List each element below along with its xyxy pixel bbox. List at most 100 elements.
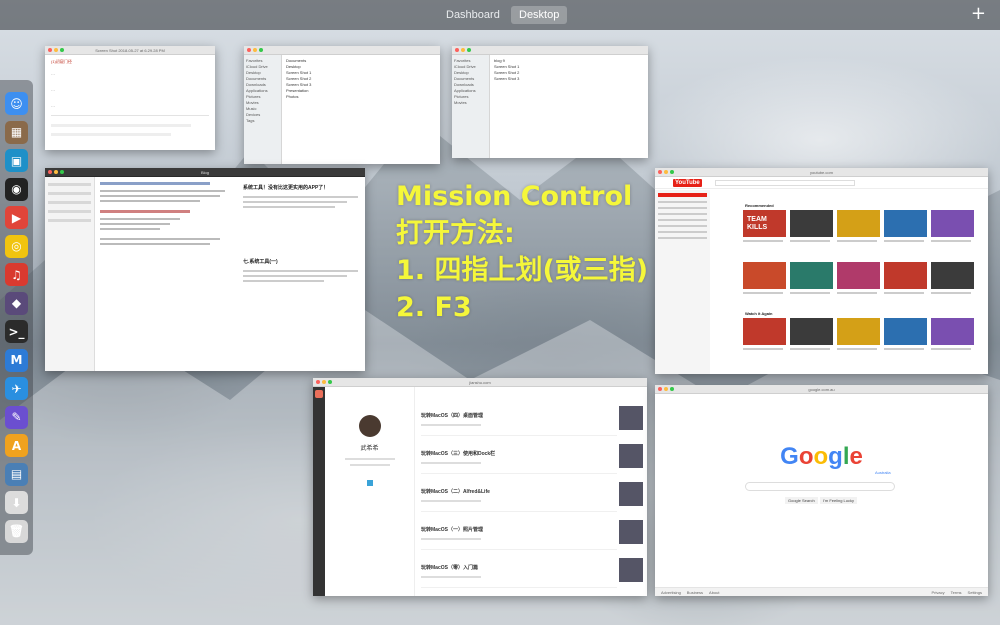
window-finder[interactable]: Favorites iCloud Drive Desktop Documents Dow… [244,46,440,164]
post-thumbnail[interactable] [619,406,643,430]
post-row[interactable]: 玩转MacOS（一）照片管理 [421,516,643,550]
footer-link[interactable]: Business [687,590,703,595]
post-row[interactable]: 玩转MacOS（零）入门篇 [421,554,643,588]
post-title[interactable]: 玩转MacOS（一）照片管理 [421,526,617,533]
video-title[interactable] [790,240,830,242]
footer-link[interactable]: About [709,590,719,595]
post-thumbnail[interactable] [619,558,643,582]
video-title[interactable] [884,292,924,294]
space-tab-dashboard[interactable]: Dashboard [438,6,508,24]
pencil-app-icon[interactable]: ✎ [5,405,28,429]
chrome-icon[interactable]: ◎ [5,234,28,258]
address-bar[interactable]: google.com.au [655,385,988,394]
video-thumbnail[interactable] [743,262,786,289]
post-row[interactable]: 玩转MacOS（三）使用和Dock栏 [421,440,643,474]
google-search-input[interactable] [745,482,895,491]
post-thumbnail[interactable] [619,482,643,506]
google-search-button[interactable]: Google Search [785,497,818,504]
video-thumbnail[interactable] [790,262,833,289]
video-thumbnail[interactable] [884,210,927,237]
video-title[interactable] [837,240,877,242]
post-row[interactable]: 玩转MacOS（四）桌面管理 [421,402,643,436]
list-item[interactable]: Movies [454,100,487,106]
video-title[interactable] [931,348,971,350]
video-title[interactable] [743,240,783,242]
window-google[interactable]: google.com.au Google Australia Google Se… [655,385,988,596]
github-icon[interactable]: ◆ [5,291,28,315]
post-title[interactable]: 玩转MacOS（四）桌面管理 [421,412,617,419]
annotation-line: 2. F3 [396,292,472,323]
photos-icon[interactable]: ▤ [5,462,28,486]
video-thumbnail[interactable] [884,262,927,289]
markdown-icon[interactable]: M [5,348,28,372]
dock: ☺ ▦ ▣ ◉ ▶ ◎ ♫ ◆ >_ M ✈ ✎ A ▤ ⬇ 🗑 [0,80,33,555]
traffic-lights[interactable] [455,48,471,52]
video-title[interactable] [931,292,971,294]
video-title[interactable] [790,348,830,350]
window-youtube[interactable]: youtube.com YouTube Recommended Watch it… [655,168,988,374]
screen-app-icon[interactable]: ▣ [5,149,28,172]
address-bar[interactable]: jianshu.com [313,378,647,387]
video-thumbnail[interactable] [837,210,880,237]
video-thumbnail[interactable] [884,318,927,345]
footer-link[interactable]: Settings [968,590,982,595]
footer-link[interactable]: Terms [951,590,962,595]
pdf-reader-icon[interactable]: ▶ [5,206,28,229]
video-thumbnail[interactable] [743,318,786,345]
post-title[interactable]: 玩转MacOS（三）使用和Dock栏 [421,450,617,457]
video-thumbnail[interactable] [931,210,974,237]
window-blog-editor[interactable]: Blog 系统工具！没有比这更实用的APP了！ 七.系统工具(一) [45,168,365,371]
video-thumbnail[interactable] [931,318,974,345]
safari-icon[interactable]: ✈ [5,377,28,400]
video-title[interactable] [743,292,783,294]
feeling-lucky-button[interactable]: I'm Feeling Lucky [820,497,857,504]
editor-markdown-pane[interactable] [95,177,235,371]
video-thumbnail[interactable] [837,318,880,345]
window-jianshu[interactable]: jianshu.com 武希希 玩转MacOS（四）桌面管理 玩转MacOS（三）… [313,378,647,596]
mission-control-annotation: Mission Control 打开方法: 1. 四指上划(或三指) 2. F3 [396,178,648,326]
add-space-button[interactable]: + [971,4,986,24]
google-logo-letter: l [842,443,850,470]
window-titlebar [244,46,440,55]
video-thumbnail[interactable] [790,318,833,345]
post-row[interactable]: 玩转MacOS（二）Alfred&Life [421,478,643,512]
qq-icon[interactable]: ◉ [5,177,28,201]
app-store-icon[interactable]: A [5,434,28,457]
list-item[interactable]: Photos [286,94,436,100]
footer-link[interactable]: Privacy [932,590,945,595]
video-title[interactable] [837,292,877,294]
finder-icon[interactable]: ☺ [5,92,28,115]
traffic-lights[interactable] [247,48,263,52]
post-thumbnail[interactable] [619,520,643,544]
window-finder-2[interactable]: Favorites iCloud Drive Desktop Documents Dow… [452,46,648,158]
post-thumbnail[interactable] [619,444,643,468]
window-note[interactable]: Screen Shot 2018-05-27 at 6.29.28 PM (1)… [45,46,215,150]
list-item[interactable]: Tags [246,118,279,124]
netease-music-icon[interactable]: ♫ [5,263,28,286]
video-title[interactable] [790,292,830,294]
footer-link[interactable]: Advertising [661,590,681,595]
video-title[interactable] [884,240,924,242]
youtube-search-input[interactable] [715,180,855,186]
video-title[interactable] [931,240,971,242]
youtube-section-watch-again: Watch it Again [745,311,773,316]
list-item[interactable]: Screen Shot 3 [494,76,644,82]
video-thumbnail[interactable] [931,262,974,289]
avatar[interactable] [358,415,381,437]
youtube-section-recommended: Recommended [745,203,774,208]
post-title[interactable]: 玩转MacOS（零）入门篇 [421,564,617,571]
space-tab-desktop[interactable]: Desktop [511,6,568,24]
downloads-icon[interactable]: ⬇ [5,491,28,514]
video-title[interactable] [884,348,924,350]
youtube-logo[interactable]: YouTube [673,179,702,187]
jianshu-profile: 武希希 [325,387,415,596]
address-bar[interactable]: youtube.com [655,168,988,177]
trash-icon[interactable]: 🗑 [5,519,28,543]
video-title[interactable] [743,348,783,350]
video-title[interactable] [837,348,877,350]
video-thumbnail[interactable] [790,210,833,237]
post-title[interactable]: 玩转MacOS（二）Alfred&Life [421,488,617,495]
preview-icon[interactable]: ▦ [5,120,28,144]
video-thumbnail[interactable] [837,262,880,289]
terminal-icon[interactable]: >_ [5,320,28,343]
